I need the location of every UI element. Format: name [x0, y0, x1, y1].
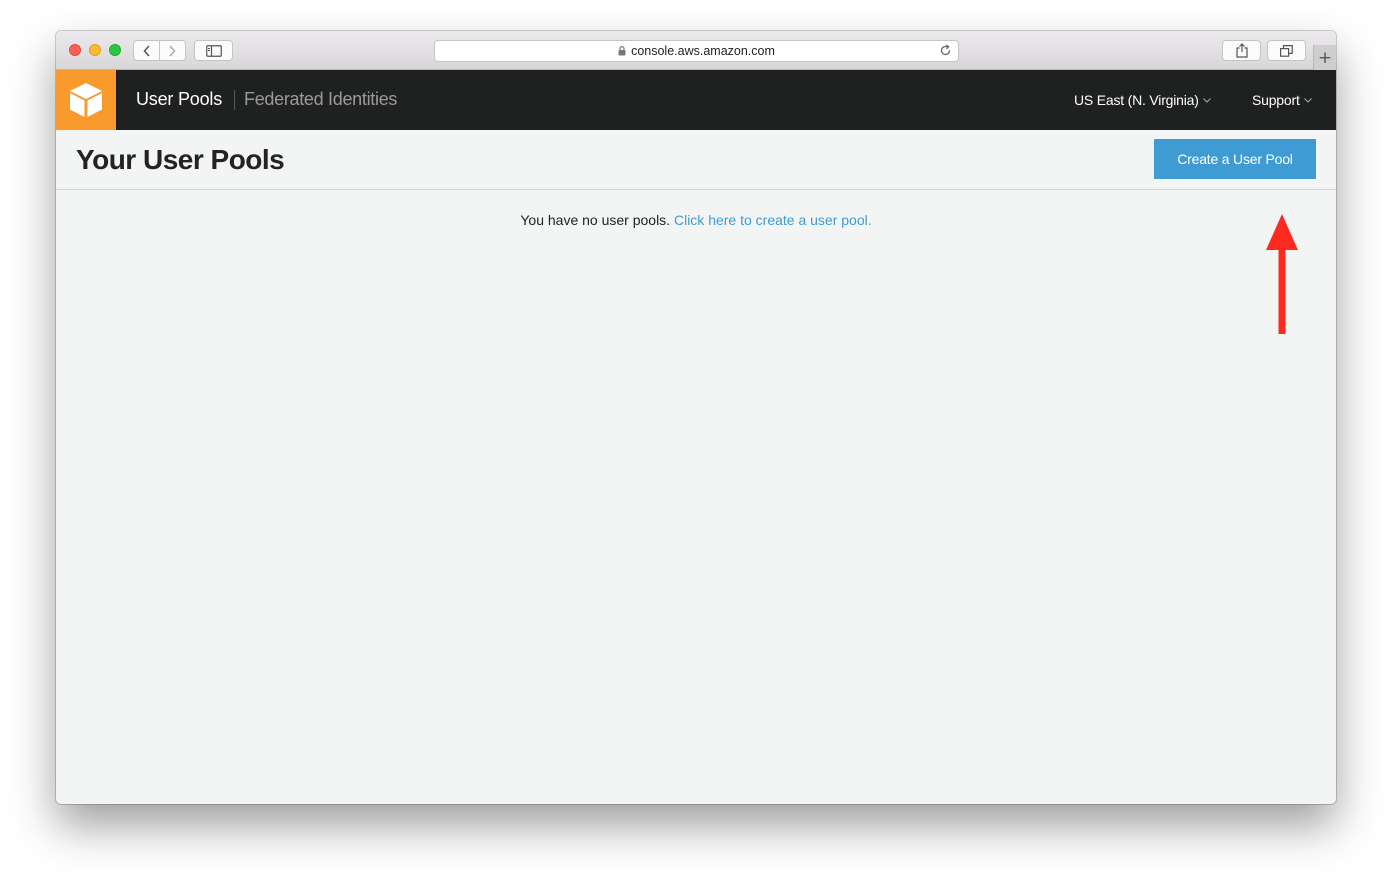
close-window-button[interactable]	[69, 44, 81, 56]
address-bar[interactable]: console.aws.amazon.com	[434, 40, 959, 62]
nav-user-pools[interactable]: User Pools	[136, 89, 222, 110]
zoom-window-button[interactable]	[109, 44, 121, 56]
show-tabs-button[interactable]	[1267, 40, 1306, 61]
cube-icon[interactable]	[56, 70, 116, 130]
lock-icon	[618, 46, 626, 56]
chevron-down-icon	[1303, 97, 1312, 103]
nav-divider	[234, 90, 235, 110]
sidebar-icon	[205, 44, 222, 57]
browser-toolbar: console.aws.amazon.com +	[56, 31, 1336, 70]
top-navbar: User Pools Federated Identities US East …	[56, 70, 1336, 130]
browser-window: console.aws.amazon.com + User Pools Fede…	[56, 31, 1336, 804]
forward-button[interactable]	[160, 41, 185, 60]
empty-state-text: You have no user pools.	[520, 212, 671, 228]
empty-state-message: You have no user pools. Click here to cr…	[56, 212, 1336, 228]
new-tab-button[interactable]: +	[1313, 45, 1336, 70]
plus-icon: +	[1317, 47, 1333, 68]
nav-federated-identities[interactable]: Federated Identities	[244, 89, 397, 110]
page-header: Your User Pools Create a User Pool	[56, 130, 1336, 190]
region-label: US East (N. Virginia)	[1074, 92, 1199, 108]
share-button[interactable]	[1222, 40, 1261, 61]
url-text: console.aws.amazon.com	[631, 44, 775, 58]
page-title: Your User Pools	[76, 144, 285, 175]
minimize-window-button[interactable]	[89, 44, 101, 56]
create-user-pool-link[interactable]: Click here to create a user pool.	[674, 212, 872, 228]
chevron-right-icon	[169, 44, 176, 57]
cube-logo-glyph	[70, 83, 102, 117]
region-selector[interactable]: US East (N. Virginia)	[1074, 92, 1211, 108]
chevron-left-icon	[142, 44, 150, 57]
red-arrow-up-icon	[1266, 214, 1298, 334]
sidebar-toggle-button[interactable]	[194, 40, 233, 61]
chevron-down-icon	[1202, 97, 1211, 103]
support-label: Support	[1252, 92, 1300, 108]
tabs-overview-icon	[1280, 44, 1293, 57]
reload-icon[interactable]	[939, 44, 952, 57]
create-user-pool-button[interactable]: Create a User Pool	[1154, 139, 1316, 179]
history-nav-group	[133, 40, 186, 61]
back-button[interactable]	[134, 41, 159, 60]
support-menu[interactable]: Support	[1252, 92, 1312, 108]
share-icon	[1235, 43, 1248, 58]
